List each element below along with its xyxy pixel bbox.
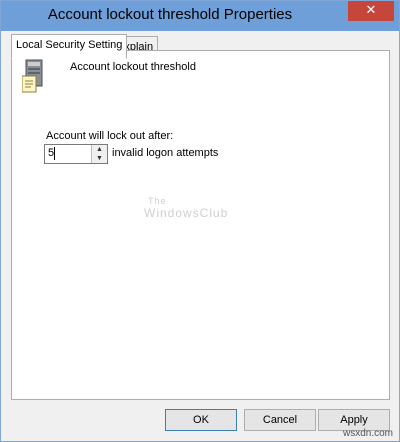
ok-button[interactable]: OK <box>165 409 237 431</box>
spin-buttons: ▲ ▼ <box>91 145 107 163</box>
properties-dialog: Account lockout threshold Properties ✕ L… <box>0 0 400 442</box>
arrow-up-icon: ▲ <box>96 146 103 153</box>
close-icon: ✕ <box>365 3 377 18</box>
button-bar: OK Cancel Apply wsxdn.com <box>1 401 399 441</box>
site-watermark: wsxdn.com <box>342 428 393 439</box>
text-caret <box>54 147 55 160</box>
cancel-button[interactable]: Cancel <box>244 409 316 431</box>
server-policy-icon <box>22 59 43 93</box>
lockout-suffix: invalid logon attempts <box>112 147 219 159</box>
close-button[interactable]: ✕ <box>348 1 394 21</box>
watermark-line1: The <box>148 196 167 206</box>
arrow-down-icon: ▼ <box>96 155 103 162</box>
window-title: Account lockout threshold Properties <box>47 6 293 23</box>
policy-name: Account lockout threshold <box>70 61 196 73</box>
title-bar[interactable]: Account lockout threshold Properties ✕ <box>1 1 399 31</box>
spin-down-button[interactable]: ▼ <box>92 154 107 163</box>
tab-local-security-setting[interactable]: Local Security Setting <box>11 34 128 59</box>
lockout-threshold-spinbox[interactable]: 5 ▲ ▼ <box>44 144 108 164</box>
lockout-label: Account will lock out after: <box>46 130 174 142</box>
watermark-line2: WindowsClub <box>144 206 229 220</box>
settings-panel: Account lockout threshold Account will l… <box>11 50 390 400</box>
watermark: The WindowsClub <box>144 196 228 220</box>
